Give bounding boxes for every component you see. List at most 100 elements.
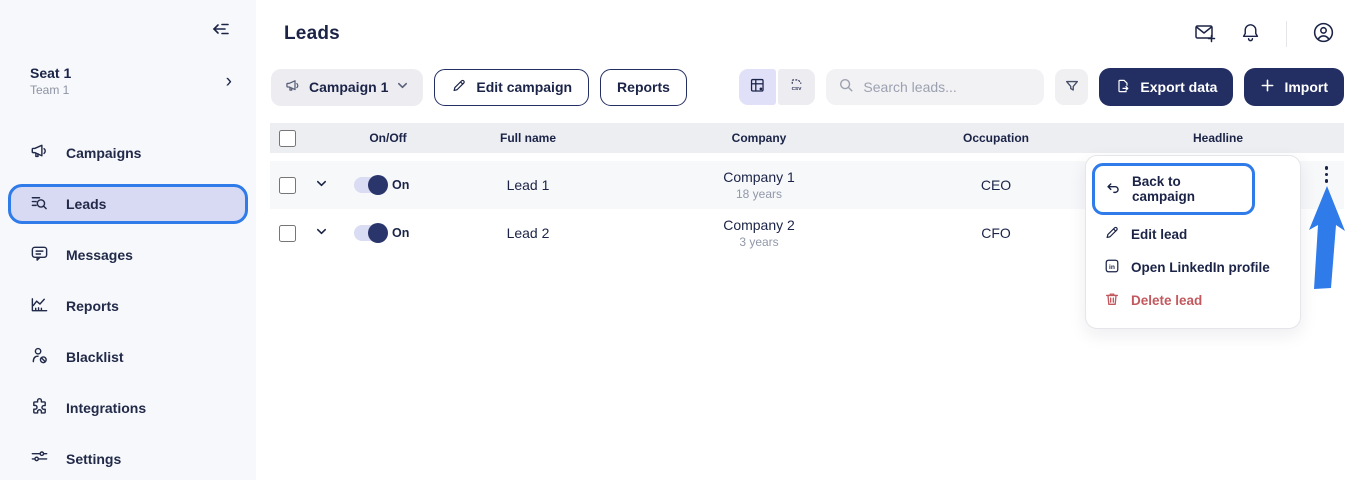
lead-search-icon <box>30 193 49 215</box>
csv-file-icon: CSV <box>788 77 805 97</box>
sidebar-nav: Campaigns Leads <box>8 133 248 479</box>
sliders-icon <box>30 448 49 470</box>
sidebar-item-reports[interactable]: Reports <box>8 286 248 326</box>
sidebar-item-blacklist[interactable]: Blacklist <box>8 337 248 377</box>
seat-selector[interactable]: Seat 1 Team 1 › <box>8 43 248 97</box>
sidebar-item-integrations[interactable]: Integrations <box>8 388 248 428</box>
chart-icon <box>30 295 49 317</box>
table-view-button[interactable] <box>739 69 776 105</box>
lead-full-name: Lead 2 <box>438 225 618 241</box>
lead-company: Company 1 <box>618 169 900 185</box>
kebab-dot <box>1325 179 1329 183</box>
column-header-company: Company <box>618 131 900 145</box>
megaphone-icon <box>285 78 301 97</box>
menu-item-open-linkedin-profile[interactable]: in Open LinkedIn profile <box>1096 251 1290 284</box>
reports-button[interactable]: Reports <box>600 69 687 106</box>
toggle-state-label: On <box>392 178 409 192</box>
sidebar-item-label: Campaigns <box>66 145 141 161</box>
sidebar-item-messages[interactable]: Messages <box>8 235 248 275</box>
lead-occupation: CEO <box>900 177 1092 193</box>
mail-plus-icon <box>1193 21 1217 48</box>
import-button[interactable]: Import <box>1244 68 1344 106</box>
plus-icon <box>1260 78 1275 96</box>
user-block-icon <box>30 346 49 368</box>
kebab-dot <box>1325 166 1329 170</box>
file-export-icon <box>1115 78 1131 97</box>
row-checkbox[interactable] <box>279 225 296 242</box>
svg-text:CSV: CSV <box>792 86 803 92</box>
sidebar-item-label: Blacklist <box>66 349 124 365</box>
column-header-on-off: On/Off <box>338 131 438 145</box>
sidebar: Seat 1 Team 1 › Campaigns <box>0 0 256 480</box>
lead-occupation: CFO <box>900 225 1092 241</box>
annotation-highlight-ring: Back to campaign <box>1092 163 1255 215</box>
linkedin-icon: in <box>1104 258 1120 277</box>
menu-item-label: Delete lead <box>1131 293 1202 308</box>
row-actions-kebab-button[interactable] <box>1321 162 1333 187</box>
sidebar-item-label: Messages <box>66 247 133 263</box>
puzzle-icon <box>30 397 49 419</box>
menu-item-back-to-campaign[interactable]: Back to campaign <box>1097 167 1250 211</box>
pencil-icon <box>451 78 467 97</box>
collapse-sidebar-icon <box>210 28 232 43</box>
megaphone-icon <box>30 142 49 164</box>
toggle-knob <box>368 223 388 243</box>
user-avatar-icon <box>1311 20 1336 48</box>
lead-company-tenure: 18 years <box>618 187 900 201</box>
lead-on-off-toggle[interactable] <box>354 177 385 193</box>
search-box <box>826 69 1044 105</box>
expand-row-button[interactable] <box>304 177 338 193</box>
page-title: Leads <box>284 23 340 45</box>
chevron-down-icon <box>315 225 328 241</box>
account-button[interactable] <box>1307 16 1340 52</box>
table-settings-icon <box>749 77 766 97</box>
lead-company: Company 2 <box>618 217 900 233</box>
toggle-knob <box>368 175 388 195</box>
chevron-down-icon <box>315 177 328 193</box>
menu-item-label: Edit lead <box>1131 227 1187 242</box>
export-data-label: Export data <box>1140 79 1217 95</box>
sidebar-item-label: Integrations <box>66 400 146 416</box>
app-root: Seat 1 Team 1 › Campaigns <box>0 0 1356 480</box>
undo-icon <box>1105 180 1121 199</box>
column-header-headline: Headline <box>1092 131 1344 145</box>
table-header-row: On/Off Full name Company Occupation Head… <box>270 123 1344 153</box>
campaign-selector[interactable]: Campaign 1 <box>271 69 423 106</box>
search-input[interactable] <box>863 79 1032 95</box>
sidebar-item-campaigns[interactable]: Campaigns <box>8 133 248 173</box>
sidebar-item-label: Leads <box>66 196 106 212</box>
seat-title: Seat 1 <box>30 65 71 81</box>
expand-row-button[interactable] <box>304 225 338 241</box>
chevron-down-icon <box>396 79 409 95</box>
seat-subtitle: Team 1 <box>30 83 71 97</box>
funnel-icon <box>1064 78 1080 97</box>
export-data-button[interactable]: Export data <box>1099 68 1233 106</box>
sidebar-item-leads[interactable]: Leads <box>8 184 248 224</box>
new-message-button[interactable] <box>1189 17 1221 52</box>
pencil-icon <box>1104 225 1120 244</box>
menu-item-delete-lead[interactable]: Delete lead <box>1096 284 1290 317</box>
sidebar-item-label: Settings <box>66 451 121 467</box>
lead-on-off-toggle[interactable] <box>354 225 385 241</box>
svg-text:in: in <box>1109 264 1115 271</box>
edit-campaign-button[interactable]: Edit campaign <box>434 69 589 106</box>
filter-button[interactable] <box>1055 69 1088 105</box>
column-header-full-name: Full name <box>438 131 618 145</box>
reports-button-label: Reports <box>617 79 670 95</box>
bell-icon <box>1239 21 1262 47</box>
sidebar-item-settings[interactable]: Settings <box>8 439 248 479</box>
main-content: Leads <box>256 0 1356 480</box>
kebab-dot <box>1325 173 1329 177</box>
menu-item-label: Back to campaign <box>1132 174 1242 204</box>
search-icon <box>838 77 854 98</box>
column-header-occupation: Occupation <box>900 131 1092 145</box>
sidebar-item-label: Reports <box>66 298 119 314</box>
collapse-sidebar-button[interactable] <box>210 18 232 43</box>
select-all-checkbox[interactable] <box>279 130 296 147</box>
notifications-button[interactable] <box>1235 17 1266 51</box>
menu-item-edit-lead[interactable]: Edit lead <box>1096 218 1290 251</box>
csv-view-button[interactable]: CSV <box>778 69 815 105</box>
menu-item-label: Open LinkedIn profile <box>1131 260 1270 275</box>
edit-campaign-label: Edit campaign <box>476 79 572 95</box>
row-checkbox[interactable] <box>279 177 296 194</box>
